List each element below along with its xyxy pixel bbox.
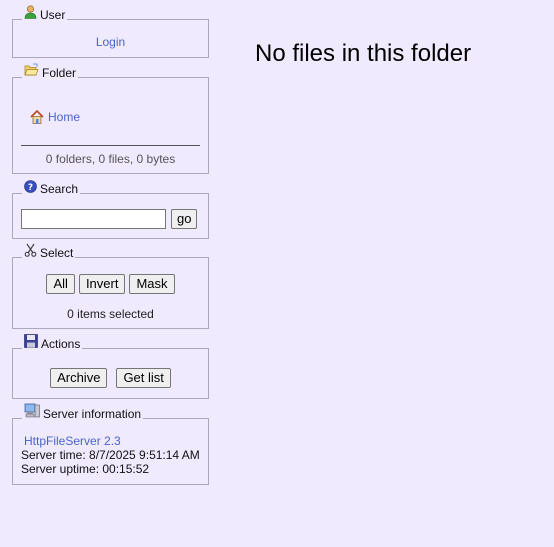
search-legend: ? Search bbox=[13, 180, 208, 196]
user-icon bbox=[24, 5, 37, 19]
select-mask-button[interactable]: Mask bbox=[129, 274, 175, 294]
search-input[interactable] bbox=[21, 209, 166, 229]
server-computer-icon bbox=[24, 403, 40, 418]
server-software-link[interactable]: HttpFileServer 2.3 bbox=[21, 434, 200, 448]
server-info-panel: Server information HttpFileServer 2.3 Se… bbox=[12, 403, 209, 485]
empty-folder-message: No files in this folder bbox=[255, 40, 472, 67]
get-list-button[interactable]: Get list bbox=[116, 368, 171, 388]
scissors-icon bbox=[24, 243, 37, 257]
folder-legend: Folder bbox=[13, 63, 208, 80]
select-panel: Select All Invert Mask 0 items selected bbox=[12, 243, 209, 329]
actions-panel: Actions Archive Get list bbox=[12, 334, 209, 399]
folder-summary: 0 folders, 0 files, 0 bytes bbox=[45, 152, 176, 166]
home-link[interactable]: Home bbox=[48, 110, 80, 124]
svg-text:?: ? bbox=[28, 183, 33, 193]
save-disk-icon bbox=[24, 334, 38, 348]
server-uptime: Server uptime: 00:15:52 bbox=[21, 462, 150, 476]
folder-legend-label: Folder bbox=[42, 66, 77, 80]
user-legend-label: User bbox=[40, 8, 66, 22]
server-info-legend: Server information bbox=[13, 403, 208, 421]
server-time: Server time: 8/7/2025 9:51:14 AM bbox=[21, 448, 200, 462]
selection-status: 0 items selected bbox=[67, 307, 154, 321]
actions-legend: Actions bbox=[13, 334, 208, 351]
help-icon: ? bbox=[24, 180, 37, 193]
actions-legend-label: Actions bbox=[41, 337, 81, 351]
select-legend-label: Select bbox=[40, 246, 74, 260]
search-legend-label: Search bbox=[40, 182, 79, 196]
server-info-legend-label: Server information bbox=[43, 407, 142, 421]
search-go-button[interactable]: go bbox=[171, 209, 198, 229]
folder-panel: Folder Home 0 folders, 0 files, 0 bytes bbox=[12, 63, 209, 174]
select-all-button[interactable]: All bbox=[46, 274, 75, 294]
login-link[interactable]: Login bbox=[96, 35, 125, 49]
select-invert-button[interactable]: Invert bbox=[78, 274, 126, 294]
home-icon bbox=[30, 109, 44, 124]
search-panel: ? Search go bbox=[12, 180, 209, 239]
folder-open-icon bbox=[24, 63, 39, 76]
folder-divider bbox=[21, 145, 200, 146]
user-panel: User Login bbox=[12, 5, 209, 58]
select-legend: Select bbox=[13, 243, 208, 260]
user-legend: User bbox=[13, 5, 208, 22]
archive-button[interactable]: Archive bbox=[50, 368, 108, 388]
